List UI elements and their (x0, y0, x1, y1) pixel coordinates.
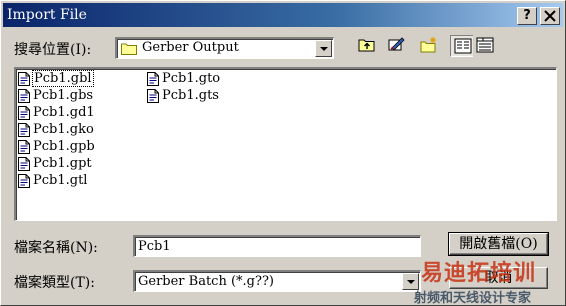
open-button[interactable]: 開啟舊檔(O) (448, 232, 549, 256)
details-view-icon (476, 37, 494, 53)
file-name-text: Pcb1.gtl (33, 173, 88, 188)
file-icon (18, 174, 30, 188)
file-icon (18, 140, 30, 154)
file-name-input[interactable]: Pcb1 (133, 235, 421, 257)
help-button[interactable]: ? (517, 7, 537, 25)
file-name-text: Pcb1.gts (162, 88, 219, 103)
list-view-button[interactable] (450, 35, 474, 57)
file-list[interactable]: Pcb1.gbl Pcb1.gbs Pcb1.gd1 Pcb1.gko Pcb1.gpb… (14, 67, 557, 221)
file-name-label: 檔案名稱(N): (14, 240, 98, 256)
new-folder-button[interactable] (417, 35, 441, 57)
file-name-value: Pcb1 (138, 239, 171, 254)
up-one-level-button[interactable] (355, 35, 379, 57)
file-icon (18, 106, 30, 120)
look-in-combobox[interactable]: Gerber Output (115, 37, 334, 59)
desktop-button[interactable] (385, 35, 409, 57)
file-type-value: Gerber Batch (*.g??) (138, 274, 275, 289)
file-icon (18, 72, 30, 86)
file-name-text: Pcb1.gpt (33, 156, 92, 171)
file-icon (18, 157, 30, 171)
look-in-dropdown-arrow[interactable] (315, 40, 332, 57)
list-view-icon (454, 38, 472, 54)
file-icon (18, 123, 30, 137)
file-icon (147, 89, 159, 103)
import-file-dialog: Import File ? 搜尋位置(I): Gerber Output Pcb… (0, 0, 566, 306)
close-button[interactable] (540, 7, 560, 25)
file-type-combobox[interactable]: Gerber Batch (*.g??) (133, 270, 421, 292)
file-name-text: Pcb1.gbs (33, 88, 94, 103)
new-folder-icon (420, 37, 436, 53)
desktop-icon (388, 37, 405, 51)
file-name-text: Pcb1.gto (162, 71, 221, 86)
look-in-label: 搜尋位置(I): (14, 42, 92, 58)
file-name-text: Pcb1.gpb (33, 139, 95, 154)
file-icon (147, 72, 159, 86)
window-title: Import File (7, 7, 87, 23)
file-name-text: Pcb1.gd1 (33, 105, 95, 120)
watermark-logo: 易迪拓培训 (421, 261, 537, 286)
folder-icon (121, 43, 137, 55)
up-one-level-icon (358, 39, 375, 52)
file-name-text: Pcb1.gko (33, 122, 94, 137)
details-view-button[interactable] (473, 35, 497, 57)
close-icon (544, 10, 556, 22)
look-in-value: Gerber Output (142, 40, 239, 55)
file-name-text: Pcb1.gbl (32, 70, 94, 87)
watermark-tagline: 射频和天线设计专家 (414, 291, 532, 306)
file-type-label: 檔案類型(T): (14, 275, 95, 291)
file-icon (18, 89, 30, 103)
title-bar[interactable]: Import File ? (3, 3, 563, 27)
